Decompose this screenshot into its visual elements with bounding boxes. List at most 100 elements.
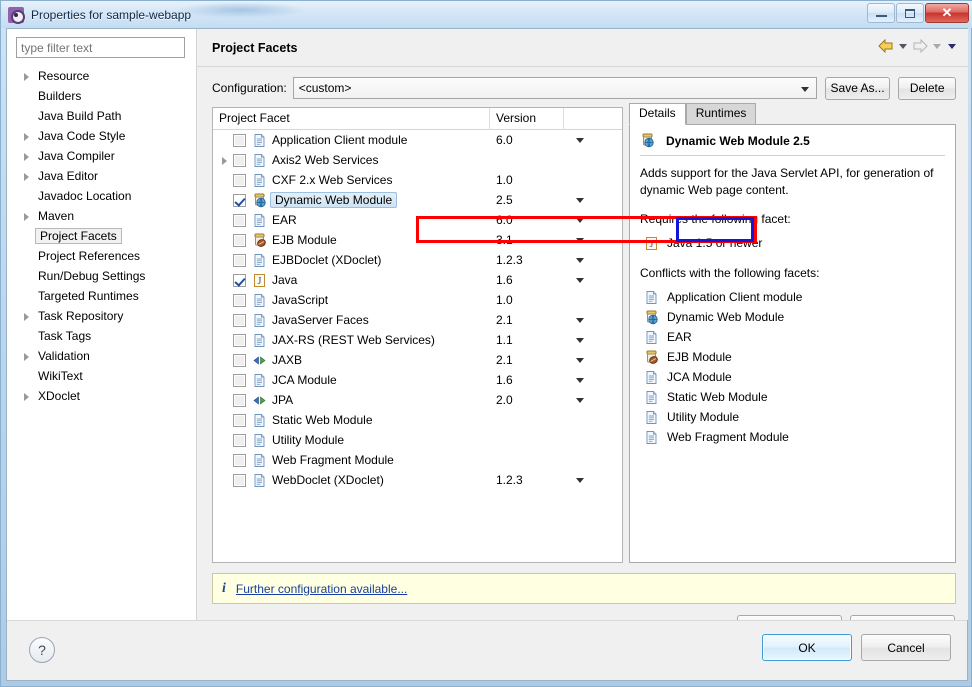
- back-dropdown-icon[interactable]: [899, 43, 907, 49]
- version-dropdown-cell[interactable]: [564, 277, 622, 283]
- facet-checkbox[interactable]: [233, 413, 246, 427]
- facet-checkbox[interactable]: [233, 453, 246, 467]
- column-header-facet[interactable]: Project Facet: [213, 108, 490, 130]
- sidebar-item-targeted-runtimes[interactable]: Targeted Runtimes: [7, 286, 197, 306]
- expand-arrow-icon[interactable]: [21, 391, 32, 402]
- chevron-down-icon[interactable]: [576, 197, 584, 203]
- facet-version-cell[interactable]: 2.1: [490, 353, 564, 367]
- facet-version-cell[interactable]: 2.0: [490, 393, 564, 407]
- table-row[interactable]: WebDoclet (XDoclet) 1.2.3: [213, 470, 622, 490]
- facet-version-cell[interactable]: 1.6: [490, 273, 564, 287]
- view-menu-icon[interactable]: [948, 43, 956, 49]
- table-row[interactable]: CXF 2.x Web Services 1.0: [213, 170, 622, 190]
- expand-arrow-icon[interactable]: [21, 131, 32, 142]
- sidebar-item-validation[interactable]: Validation: [7, 346, 197, 366]
- facet-version-cell[interactable]: 1.6: [490, 373, 564, 387]
- facet-version-cell[interactable]: 1.2.3: [490, 253, 564, 267]
- table-row[interactable]: Application Client module 6.0: [213, 130, 622, 150]
- sidebar-item-wikitext[interactable]: WikiText: [7, 366, 197, 386]
- version-dropdown-cell[interactable]: [564, 317, 622, 323]
- cancel-button[interactable]: Cancel: [861, 634, 951, 661]
- facet-version-cell[interactable]: 1.1: [490, 333, 564, 347]
- expand-arrow-icon[interactable]: [21, 311, 32, 322]
- help-button[interactable]: ?: [29, 637, 55, 663]
- version-dropdown-cell[interactable]: [564, 257, 622, 263]
- facet-checkbox[interactable]: [233, 313, 246, 327]
- sidebar-item-builders[interactable]: Builders: [7, 86, 197, 106]
- facet-version-cell[interactable]: 1.0: [490, 293, 564, 307]
- table-row[interactable]: EAR 6.0: [213, 210, 622, 230]
- version-dropdown-cell[interactable]: [564, 377, 622, 383]
- sidebar-item-java-compiler[interactable]: Java Compiler: [7, 146, 197, 166]
- column-header-blank[interactable]: [564, 108, 622, 130]
- sidebar-item-project-references[interactable]: Project References: [7, 246, 197, 266]
- sidebar-item-task-tags[interactable]: Task Tags: [7, 326, 197, 346]
- facet-checkbox[interactable]: [233, 233, 246, 247]
- version-dropdown-cell[interactable]: [564, 397, 622, 403]
- facet-checkbox[interactable]: [233, 253, 246, 267]
- version-dropdown-cell[interactable]: [564, 477, 622, 483]
- sidebar-item-java-code-style[interactable]: Java Code Style: [7, 126, 197, 146]
- facet-version-cell[interactable]: 2.5: [490, 193, 564, 207]
- minimize-button[interactable]: [867, 3, 895, 23]
- chevron-down-icon[interactable]: [576, 257, 584, 263]
- table-row[interactable]: EJBDoclet (XDoclet) 1.2.3: [213, 250, 622, 270]
- table-row[interactable]: JavaScript 1.0: [213, 290, 622, 310]
- facet-checkbox[interactable]: [233, 213, 246, 227]
- sidebar-item-xdoclet[interactable]: XDoclet: [7, 386, 197, 406]
- configuration-select[interactable]: <custom>: [292, 77, 817, 99]
- sidebar-item-javadoc-location[interactable]: Javadoc Location: [7, 186, 197, 206]
- table-row[interactable]: Utility Module: [213, 430, 622, 450]
- table-row[interactable]: JAXB 2.1: [213, 350, 622, 370]
- chevron-down-icon[interactable]: [576, 217, 584, 223]
- table-row[interactable]: JPA 2.0: [213, 390, 622, 410]
- facet-checkbox[interactable]: [233, 153, 246, 167]
- forward-dropdown-icon[interactable]: [933, 43, 941, 49]
- facet-version-cell[interactable]: 2.1: [490, 313, 564, 327]
- facet-version-cell[interactable]: 3.1: [490, 233, 564, 247]
- table-row[interactable]: Web Fragment Module: [213, 450, 622, 470]
- ok-button[interactable]: OK: [762, 634, 852, 661]
- sidebar-item-java-editor[interactable]: Java Editor: [7, 166, 197, 186]
- expand-arrow-icon[interactable]: [21, 171, 32, 182]
- version-dropdown-cell[interactable]: [564, 337, 622, 343]
- tab-details[interactable]: Details: [629, 103, 686, 125]
- facet-checkbox[interactable]: [233, 393, 246, 407]
- chevron-down-icon[interactable]: [576, 137, 584, 143]
- version-dropdown-cell[interactable]: [564, 197, 622, 203]
- facet-version-cell[interactable]: 6.0: [490, 133, 564, 147]
- chevron-down-icon[interactable]: [576, 477, 584, 483]
- sidebar-item-maven[interactable]: Maven: [7, 206, 197, 226]
- version-dropdown-cell[interactable]: [564, 357, 622, 363]
- facet-checkbox[interactable]: [233, 433, 246, 447]
- table-row[interactable]: Axis2 Web Services: [213, 150, 622, 170]
- chevron-down-icon[interactable]: [576, 397, 584, 403]
- table-row[interactable]: J Java 1.6: [213, 270, 622, 290]
- facet-checkbox[interactable]: [233, 333, 246, 347]
- save-as-button[interactable]: Save As...: [824, 76, 891, 100]
- chevron-down-icon[interactable]: [576, 337, 584, 343]
- close-button[interactable]: ✕: [925, 3, 969, 23]
- facet-checkbox[interactable]: [233, 133, 246, 147]
- chevron-down-icon[interactable]: [576, 317, 584, 323]
- chevron-down-icon[interactable]: [576, 357, 584, 363]
- facet-checkbox[interactable]: [233, 373, 246, 387]
- table-row[interactable]: EJB Module 3.1: [213, 230, 622, 250]
- expand-arrow-icon[interactable]: [21, 351, 32, 362]
- column-header-version[interactable]: Version: [490, 108, 564, 130]
- sidebar-item-task-repository[interactable]: Task Repository: [7, 306, 197, 326]
- version-dropdown-cell[interactable]: [564, 137, 622, 143]
- sidebar-item-run-debug-settings[interactable]: Run/Debug Settings: [7, 266, 197, 286]
- expand-arrow-icon[interactable]: [21, 211, 32, 222]
- table-row[interactable]: Dynamic Web Module 2.5: [213, 190, 622, 210]
- expand-arrow-icon[interactable]: [21, 71, 32, 82]
- delete-button[interactable]: Delete: [898, 76, 956, 100]
- table-row[interactable]: JAX-RS (REST Web Services) 1.1: [213, 330, 622, 350]
- version-dropdown-cell[interactable]: [564, 237, 622, 243]
- filter-input[interactable]: [16, 37, 185, 58]
- chevron-down-icon[interactable]: [576, 237, 584, 243]
- facet-checkbox[interactable]: [233, 473, 246, 487]
- facet-checkbox[interactable]: [233, 353, 246, 367]
- maximize-button[interactable]: [896, 3, 924, 23]
- further-configuration-link[interactable]: Further configuration available...: [236, 582, 407, 596]
